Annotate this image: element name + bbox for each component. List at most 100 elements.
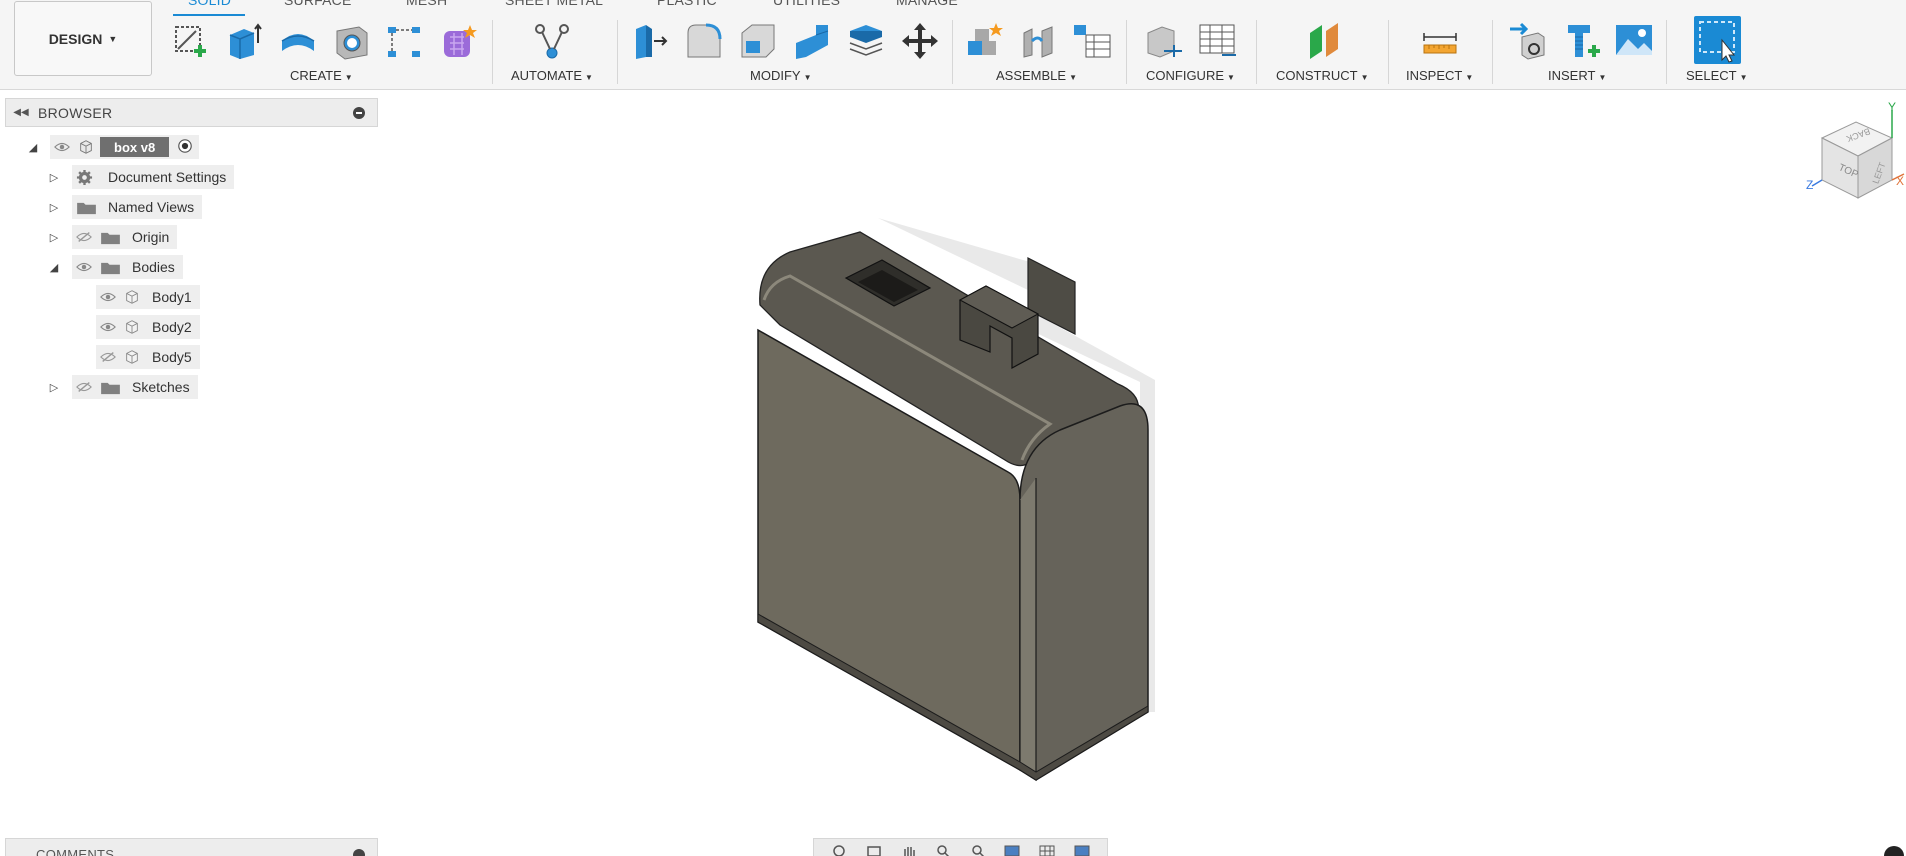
- y-axis-label: Y: [1888, 100, 1897, 114]
- tab-utilities[interactable]: UTILITIES: [773, 0, 840, 8]
- group-select[interactable]: SELECT ▼: [1686, 68, 1748, 83]
- measure-tool[interactable]: [1418, 18, 1462, 64]
- tab-solid[interactable]: SOLID: [188, 0, 231, 8]
- minimize-icon[interactable]: [353, 107, 365, 119]
- hole-tool[interactable]: [329, 18, 373, 64]
- visibility-eye-icon[interactable]: [100, 320, 118, 334]
- display-settings-icon[interactable]: [1003, 844, 1021, 856]
- tab-mesh[interactable]: MESH: [406, 0, 447, 8]
- configure-tool[interactable]: [1142, 18, 1186, 64]
- view-cube[interactable]: TOP BACK LEFT Y Z X: [1806, 100, 1906, 210]
- chamfer-tool[interactable]: [736, 18, 780, 64]
- tab-manage[interactable]: MANAGE: [896, 0, 958, 8]
- collapsed-triangle-icon[interactable]: ▷: [47, 380, 61, 394]
- browser-item-body1[interactable]: Body1: [96, 285, 200, 309]
- insert-canvas-tool[interactable]: [1612, 18, 1656, 64]
- pattern-tool[interactable]: [382, 18, 426, 64]
- move-tool[interactable]: [898, 18, 942, 64]
- group-modify-label: MODIFY: [750, 68, 801, 83]
- visibility-eye-icon[interactable]: [76, 260, 94, 274]
- group-automate-label: AUTOMATE: [511, 68, 583, 83]
- chevron-down-icon: ▼: [1598, 73, 1607, 82]
- bill-of-materials-tool[interactable]: [1070, 18, 1114, 64]
- browser-item-sketches[interactable]: Sketches: [72, 375, 198, 399]
- group-modify[interactable]: MODIFY ▼: [750, 68, 811, 83]
- hidden-eye-icon[interactable]: [100, 350, 118, 364]
- group-assemble[interactable]: ASSEMBLE ▼: [996, 68, 1077, 83]
- viewport-3d-model[interactable]: [720, 200, 1180, 800]
- create-form-tool[interactable]: [436, 18, 480, 64]
- collapse-panel-icon[interactable]: ◀◀: [10, 107, 32, 118]
- hidden-eye-icon[interactable]: [76, 380, 94, 394]
- browser-item-named-views[interactable]: Named Views: [72, 195, 203, 219]
- grid-icon[interactable]: [1038, 844, 1056, 856]
- viewports-icon[interactable]: [1073, 844, 1091, 856]
- browser-item-bodies[interactable]: Bodies: [72, 255, 183, 279]
- body-icon: [124, 318, 142, 336]
- collapsed-triangle-icon[interactable]: ▷: [47, 200, 61, 214]
- automate-tool[interactable]: [530, 18, 574, 64]
- comments-panel: COMMENTS: [5, 838, 378, 856]
- group-configure[interactable]: CONFIGURE ▼: [1146, 68, 1235, 83]
- insert-derive-tool[interactable]: [1506, 18, 1550, 64]
- browser-item-body5[interactable]: Body5: [96, 345, 200, 369]
- group-automate[interactable]: AUTOMATE ▼: [511, 68, 593, 83]
- press-pull-tool[interactable]: [628, 18, 672, 64]
- chevron-down-icon: ▼: [1360, 73, 1369, 82]
- offset-plane-tool[interactable]: [1302, 18, 1346, 64]
- insert-bolt-icon: [1568, 25, 1600, 57]
- tab-surface[interactable]: SURFACE: [284, 0, 352, 8]
- collapsed-triangle-icon[interactable]: ▷: [47, 230, 61, 244]
- group-inspect[interactable]: INSPECT ▼: [1406, 68, 1473, 83]
- workspace-switcher[interactable]: DESIGN ▼: [14, 1, 152, 76]
- tab-sheet-metal[interactable]: SHEET METAL: [505, 0, 603, 8]
- browser-item-body2[interactable]: Body2: [96, 315, 200, 339]
- hidden-eye-icon[interactable]: [76, 230, 94, 244]
- shell-tool[interactable]: [790, 18, 834, 64]
- browser-item-document-settings[interactable]: Document Settings: [72, 165, 235, 189]
- tab-plastic[interactable]: PLASTIC: [657, 0, 717, 8]
- collapsed-triangle-icon[interactable]: ▷: [47, 170, 61, 184]
- group-create[interactable]: CREATE ▼: [290, 68, 353, 83]
- component-icon: [78, 138, 96, 156]
- toolbar-divider: [1256, 20, 1257, 84]
- help-icon[interactable]: [1884, 846, 1904, 856]
- group-insert[interactable]: INSERT ▼: [1548, 68, 1606, 83]
- browser-root-item[interactable]: box v8: [50, 135, 200, 159]
- split-body-tool[interactable]: [844, 18, 888, 64]
- visibility-eye-icon[interactable]: [54, 140, 72, 154]
- zoom-icon[interactable]: [934, 844, 952, 856]
- chevron-down-icon: ▼: [803, 73, 812, 82]
- browser-item-origin[interactable]: Origin: [72, 225, 178, 249]
- pan-icon[interactable]: [900, 844, 918, 856]
- toolbar-divider: [617, 20, 618, 84]
- group-insert-label: INSERT: [1548, 68, 1596, 83]
- create-sketch-tool[interactable]: [168, 18, 212, 64]
- add-comment-icon[interactable]: [353, 849, 365, 856]
- activate-radio-icon[interactable]: [177, 138, 195, 156]
- look-at-icon[interactable]: [865, 844, 883, 856]
- fit-icon[interactable]: [969, 844, 987, 856]
- fillet-tool[interactable]: [682, 18, 726, 64]
- revolve-tool[interactable]: [276, 18, 320, 64]
- expanded-triangle-icon[interactable]: ◢: [47, 260, 61, 274]
- workspace-label: DESIGN: [48, 30, 103, 47]
- chamfer-icon: [741, 24, 775, 58]
- browser-item-label: Named Views: [108, 199, 195, 215]
- joint-tool[interactable]: [1016, 18, 1060, 64]
- new-component-tool[interactable]: [962, 18, 1006, 64]
- configuration-table-tool[interactable]: [1196, 18, 1240, 64]
- toolbar-divider: [1126, 20, 1127, 84]
- insert-mcmaster-tool[interactable]: [1560, 18, 1604, 64]
- expand-triangle-icon[interactable]: ◢: [26, 140, 40, 154]
- body-icon: [124, 288, 142, 306]
- visibility-eye-icon[interactable]: [100, 290, 118, 304]
- group-construct[interactable]: CONSTRUCT ▼: [1276, 68, 1369, 83]
- chevron-down-icon: ▼: [1227, 73, 1235, 82]
- move-icon: [902, 23, 938, 59]
- window-select-icon: [1699, 21, 1736, 63]
- select-tool[interactable]: [1694, 16, 1741, 64]
- group-assemble-label: ASSEMBLE: [996, 68, 1067, 83]
- orbit-icon[interactable]: [830, 844, 848, 856]
- extrude-tool[interactable]: [222, 18, 266, 64]
